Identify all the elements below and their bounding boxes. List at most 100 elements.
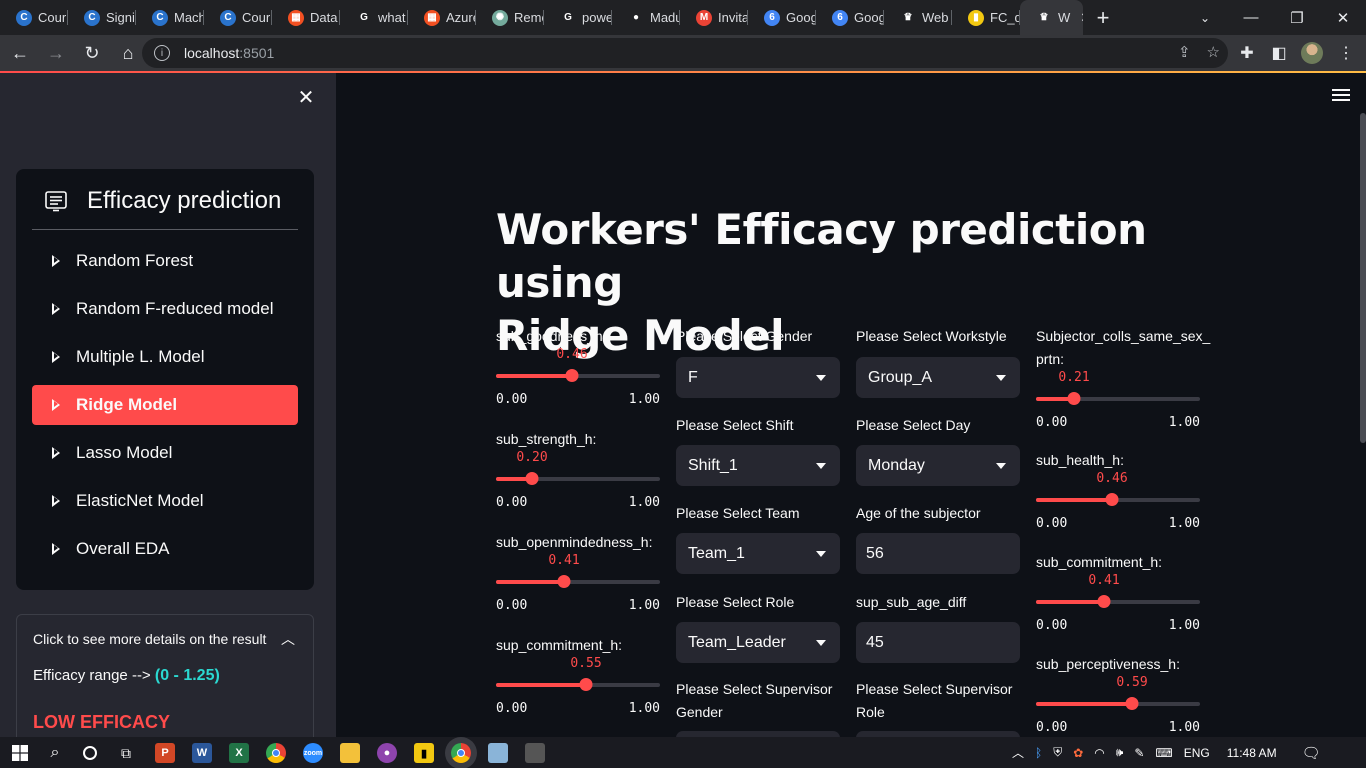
browser-tab[interactable]: ✺ Remo <box>476 0 544 35</box>
workstyle-select[interactable]: Group_A <box>856 357 1020 398</box>
windows-start-icon[interactable] <box>10 743 30 763</box>
slider-track[interactable] <box>496 678 660 691</box>
chevron-up-icon[interactable]: ︿ <box>281 629 295 649</box>
profile-avatar[interactable] <box>1297 38 1327 68</box>
browser-tab[interactable]: Gpowe <box>544 0 612 35</box>
reload-icon[interactable]: ↻ <box>76 37 108 69</box>
home-icon[interactable]: ⌂ <box>112 37 144 69</box>
address-bar[interactable]: i localhost:8501 ⇪ ☆ <box>142 38 1228 68</box>
expander-header[interactable]: Click to see more details on the result <box>33 631 266 647</box>
browser-tab[interactable]: ▮ FC_d <box>952 0 1020 35</box>
browser-tab[interactable]: Gwhat <box>340 0 408 35</box>
slider-thumb[interactable] <box>1067 392 1081 405</box>
side-panel-icon[interactable]: ◧ <box>1264 38 1294 68</box>
age-diff-input[interactable]: 45 <box>856 622 1020 663</box>
forward-icon[interactable]: → <box>40 37 72 69</box>
browser-tab[interactable]: ▦ Azure <box>408 0 476 35</box>
browser-tab[interactable]: ● Madu <box>612 0 680 35</box>
slider-track[interactable] <box>496 575 660 588</box>
chrome-active-icon[interactable] <box>451 743 471 763</box>
share-icon[interactable]: ⇪ <box>1178 43 1191 61</box>
terminal-icon[interactable] <box>525 743 545 763</box>
browser-tab[interactable]: ▦ Data <box>272 0 340 35</box>
site-info-icon[interactable]: i <box>154 45 170 61</box>
sidebar-item-ridge-model[interactable]: Ridge Model <box>32 385 298 425</box>
slider-track[interactable] <box>1036 493 1200 506</box>
close-tab-icon[interactable]: ✕ <box>1080 10 1083 26</box>
sidebar-item-lasso-model[interactable]: Lasso Model <box>32 433 298 473</box>
excel-icon[interactable]: X <box>229 743 249 763</box>
gender-select[interactable]: F <box>676 357 840 398</box>
slider[interactable]: 0.46 0.00 1.00 <box>1036 471 1200 551</box>
slider[interactable]: 0.55 0.00 1.00 <box>496 656 660 736</box>
sidebar-item-random-forest[interactable]: Random Forest <box>32 241 298 281</box>
github-desktop-icon[interactable]: ● <box>377 743 397 763</box>
slider[interactable]: 0.20 0.00 1.00 <box>496 450 660 530</box>
wifi-icon[interactable]: ◠ <box>1094 746 1104 760</box>
app-tray-icon[interactable]: ✿ <box>1073 746 1083 760</box>
notifications-icon[interactable]: 🗨 <box>1302 744 1321 762</box>
browser-tab[interactable]: C Mach <box>136 0 204 35</box>
slider-thumb[interactable] <box>565 369 579 382</box>
result-details-expander[interactable]: Click to see more details on the result … <box>16 614 314 737</box>
security-shield-icon[interactable]: ⛨ <box>1053 745 1062 760</box>
volume-icon[interactable]: 🕪 <box>1116 745 1124 760</box>
sidebar-item-multiple-l-model[interactable]: Multiple L. Model <box>32 337 298 377</box>
back-icon[interactable]: ← <box>4 37 36 69</box>
day-select[interactable]: Monday <box>856 445 1020 486</box>
new-tab-button[interactable]: + <box>1083 5 1123 31</box>
sidebar-item-elasticnet-model[interactable]: ElasticNet Model <box>32 481 298 521</box>
maximize-icon[interactable]: ❐ <box>1274 0 1320 35</box>
browser-tab[interactable]: 6 Goog <box>748 0 816 35</box>
browser-tab[interactable]: C Signi <box>68 0 136 35</box>
slider[interactable]: 0.21 0.00 1.00 <box>1036 370 1200 450</box>
slider-thumb[interactable] <box>579 678 593 691</box>
powerbi-icon[interactable]: ▮ <box>414 743 434 763</box>
browser-tab[interactable]: 6 Goog <box>816 0 884 35</box>
pen-icon[interactable]: ✎ <box>1134 746 1144 760</box>
slider[interactable]: 0.41 0.00 1.00 <box>1036 573 1200 653</box>
clock[interactable]: 11:48 AM <box>1227 746 1277 760</box>
slider-track[interactable] <box>1036 697 1200 710</box>
powerpoint-icon[interactable]: P <box>155 743 175 763</box>
file-explorer-icon[interactable] <box>340 743 360 763</box>
browser-tab[interactable]: C Cour <box>0 0 68 35</box>
browser-tab[interactable]: C Cour <box>204 0 272 35</box>
slider-track[interactable] <box>1036 595 1200 608</box>
search-icon[interactable]: ⌕ <box>45 743 65 763</box>
browser-tab[interactable]: M Invita <box>680 0 748 35</box>
tab-search-chevron-icon[interactable]: ⌄ <box>1192 0 1218 35</box>
team-select[interactable]: Team_1 <box>676 533 840 574</box>
bookmark-star-icon[interactable]: ☆ <box>1207 43 1220 61</box>
keyboard-icon[interactable]: ⌨ <box>1155 746 1172 760</box>
close-sidebar-icon[interactable]: ✕ <box>294 85 318 109</box>
sidebar-item-overall-eda[interactable]: Overall EDA <box>32 529 298 569</box>
slider-track[interactable] <box>496 369 660 382</box>
browser-tab[interactable]: ♛ Web <box>884 0 952 35</box>
cortana-icon[interactable] <box>80 743 100 763</box>
browser-tab-active[interactable]: ♛ W ✕ <box>1020 0 1083 35</box>
slider-thumb[interactable] <box>1125 697 1139 710</box>
slider-track[interactable] <box>1036 392 1200 405</box>
close-window-icon[interactable]: ✕ <box>1320 0 1366 35</box>
language-indicator[interactable]: ENG <box>1184 746 1210 760</box>
slider[interactable]: 0.41 0.00 1.00 <box>496 553 660 633</box>
age-input[interactable]: 56 <box>856 533 1020 574</box>
browser-menu-icon[interactable]: ⋮ <box>1331 38 1361 68</box>
word-icon[interactable]: W <box>192 743 212 763</box>
role-select[interactable]: Team_Leader <box>676 622 840 663</box>
extensions-puzzle-icon[interactable]: ✚ <box>1232 38 1262 68</box>
slider[interactable]: 0.46 0.00 1.00 <box>496 347 660 427</box>
chevron-up-tray-icon[interactable]: ︿ <box>1012 744 1024 761</box>
hamburger-menu-icon[interactable] <box>1332 89 1350 103</box>
shift-select[interactable]: Shift_1 <box>676 445 840 486</box>
task-view-icon[interactable]: ⧉ <box>116 743 136 763</box>
slider-thumb[interactable] <box>1105 493 1119 506</box>
slider-track[interactable] <box>496 472 660 485</box>
slider-thumb[interactable] <box>1097 595 1111 608</box>
notepad-icon[interactable] <box>488 743 508 763</box>
sidebar-item-random-f-reduced-model[interactable]: Random F-reduced model <box>32 289 298 329</box>
chrome-icon[interactable] <box>266 743 286 763</box>
minimize-icon[interactable]: — <box>1228 0 1274 35</box>
slider-thumb[interactable] <box>525 472 539 485</box>
